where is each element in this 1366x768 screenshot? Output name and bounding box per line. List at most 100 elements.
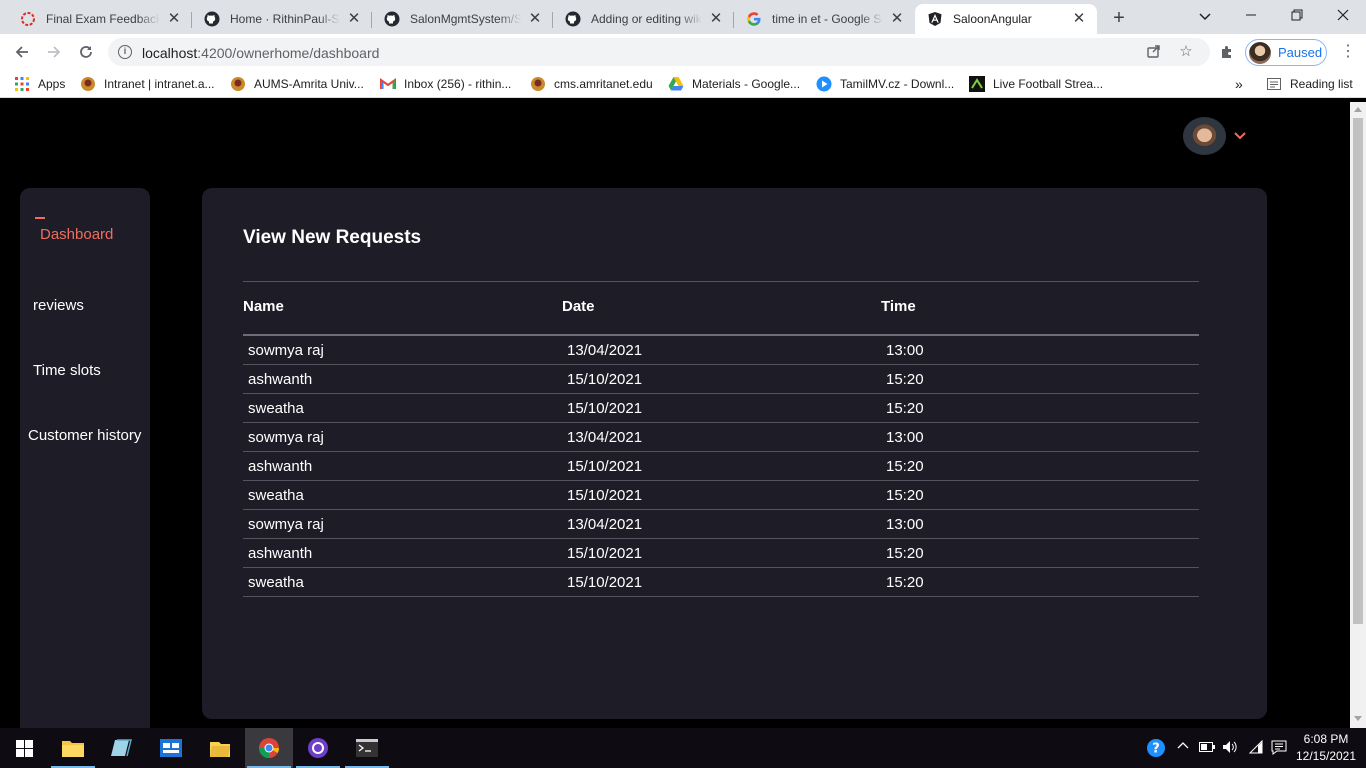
bookmark-cms[interactable]: cms.amritanet.edu — [530, 75, 653, 93]
profile-paused-button[interactable]: Paused — [1245, 39, 1327, 66]
bookmark-aums[interactable]: AUMS-Amrita Univ... — [230, 75, 364, 93]
more-menu-icon[interactable]: ⋮ — [1340, 42, 1356, 62]
user-avatar[interactable] — [1183, 117, 1226, 155]
notes-app-icon[interactable] — [98, 728, 146, 768]
page-scrollbar[interactable] — [1350, 102, 1366, 728]
store-app-icon[interactable] — [147, 728, 195, 768]
browser-tab[interactable]: Home · RithinPaul-Stac ✕ — [192, 4, 372, 34]
close-icon[interactable]: ✕ — [1071, 11, 1087, 27]
battery-icon[interactable] — [1199, 740, 1215, 756]
angular-icon — [927, 11, 943, 27]
browser-tab[interactable]: Adding or editing wiki ✕ — [553, 4, 734, 34]
new-tab-button[interactable]: + — [1108, 8, 1130, 30]
cell-date: 15/10/2021 — [567, 487, 643, 504]
folder-app-icon[interactable] — [196, 728, 244, 768]
column-header-time: Time — [881, 298, 916, 315]
extensions-icon[interactable] — [1215, 40, 1239, 64]
reading-list-button[interactable]: Reading list — [1266, 75, 1353, 93]
bookmark-label: cms.amritanet.edu — [554, 77, 653, 91]
reading-list-icon — [1266, 76, 1282, 92]
restore-button[interactable] — [1286, 5, 1308, 27]
browser-tab-active[interactable]: SaloonAngular ✕ — [915, 4, 1097, 34]
share-icon[interactable] — [1145, 43, 1163, 61]
table-row[interactable]: ashwanth 15/10/2021 15:20 — [243, 452, 1199, 481]
help-icon[interactable]: ? — [1146, 738, 1166, 758]
column-header-date: Date — [562, 298, 595, 315]
scroll-down-arrow[interactable] — [1354, 716, 1362, 721]
google-icon — [746, 11, 762, 27]
table-row[interactable]: sowmya raj 13/04/2021 13:00 — [243, 423, 1199, 452]
table-row[interactable]: ashwanth 15/10/2021 15:20 — [243, 365, 1199, 394]
cell-date: 13/04/2021 — [567, 342, 643, 359]
table-row[interactable]: sweatha 15/10/2021 15:20 — [243, 394, 1199, 423]
bookmark-football[interactable]: Live Football Strea... — [969, 75, 1103, 93]
apps-grid-icon — [14, 76, 30, 92]
system-clock[interactable]: 6:08 PM 12/15/2021 — [1294, 731, 1358, 765]
cell-name: ashwanth — [248, 545, 313, 562]
address-bar[interactable]: i localhost:4200/ownerhome/dashboard ☆ — [108, 38, 1210, 66]
bookmark-inbox[interactable]: Inbox (256) - rithin... — [380, 75, 511, 93]
github-desktop-icon[interactable] — [294, 728, 342, 768]
chrome-taskbar-icon[interactable] — [245, 728, 293, 768]
terminal-icon[interactable] — [343, 728, 391, 768]
table-row[interactable]: ashwanth 15/10/2021 15:20 — [243, 539, 1199, 568]
close-window-button[interactable] — [1332, 5, 1354, 27]
tab-title: Home · RithinPaul-Stac — [230, 12, 340, 26]
cell-name: sowmya raj — [248, 516, 324, 533]
tab-title: Adding or editing wiki — [591, 12, 702, 26]
cell-name: sowmya raj — [248, 429, 324, 446]
app-page: Dashboard reviews Time slots Customer hi… — [0, 102, 1350, 728]
back-button[interactable] — [10, 40, 34, 64]
browser-tab[interactable]: time in et - Google Se ✕ — [734, 4, 915, 34]
sidebar: Dashboard reviews Time slots Customer hi… — [20, 188, 150, 728]
tab-search-icon[interactable] — [1194, 5, 1216, 27]
reload-button[interactable] — [74, 40, 98, 64]
file-explorer-icon[interactable] — [49, 728, 97, 768]
browser-tab[interactable]: SalonMgmtSystem/Sc ✕ — [372, 4, 553, 34]
minimize-button[interactable] — [1240, 5, 1262, 27]
tab-title: SaloonAngular — [953, 12, 1032, 26]
cell-time: 15:20 — [886, 458, 924, 475]
wifi-icon[interactable] — [1248, 739, 1264, 756]
forward-button[interactable] — [42, 40, 66, 64]
browser-tab[interactable]: Final Exam Feedback: 2 ✕ — [8, 4, 192, 34]
bookmark-label: TamilMV.cz - Downl... — [840, 77, 955, 91]
close-icon[interactable]: ✕ — [346, 11, 362, 27]
cell-date: 15/10/2021 — [567, 371, 643, 388]
sidebar-item-dashboard[interactable]: Dashboard — [40, 226, 113, 243]
cell-time: 15:20 — [886, 574, 924, 591]
bookmarks-overflow-button[interactable]: » — [1235, 75, 1243, 93]
table-row[interactable]: sweatha 15/10/2021 15:20 — [243, 568, 1199, 597]
github-icon — [384, 11, 400, 27]
close-icon[interactable]: ✕ — [527, 11, 543, 27]
table-row[interactable]: sowmya raj 13/04/2021 13:00 — [243, 336, 1199, 365]
bookmark-tamilmv[interactable]: TamilMV.cz - Downl... — [816, 75, 954, 93]
url-text: localhost:4200/ownerhome/dashboard — [142, 45, 380, 61]
scroll-up-arrow[interactable] — [1354, 107, 1362, 112]
volume-icon[interactable] — [1222, 740, 1238, 756]
cell-date: 13/04/2021 — [567, 429, 643, 446]
chevron-up-icon[interactable] — [1175, 740, 1191, 756]
reading-list-label: Reading list — [1290, 77, 1353, 91]
bookmark-intranet[interactable]: Intranet | intranet.a... — [80, 75, 215, 93]
close-icon[interactable]: ✕ — [708, 11, 724, 27]
notifications-icon[interactable] — [1271, 740, 1287, 756]
table-row[interactable]: sowmya raj 13/04/2021 13:00 — [243, 510, 1199, 539]
amrita-ring-icon — [20, 11, 36, 27]
chevron-down-icon[interactable] — [1233, 129, 1247, 143]
sidebar-item-customer-history[interactable]: Customer history — [28, 427, 141, 444]
close-icon[interactable]: ✕ — [166, 11, 182, 27]
football-site-icon — [969, 76, 985, 92]
close-icon[interactable]: ✕ — [889, 11, 905, 27]
windows-start-icon[interactable] — [0, 728, 48, 768]
sidebar-item-reviews[interactable]: reviews — [33, 297, 84, 314]
cell-name: sowmya raj — [248, 342, 324, 359]
bookmark-materials[interactable]: Materials - Google... — [668, 75, 800, 93]
bookmark-apps[interactable]: Apps — [14, 75, 65, 93]
cell-date: 15/10/2021 — [567, 400, 643, 417]
bookmark-star-icon[interactable]: ☆ — [1177, 43, 1195, 61]
table-row[interactable]: sweatha 15/10/2021 15:20 — [243, 481, 1199, 510]
site-info-icon[interactable]: i — [118, 45, 132, 59]
sidebar-item-time-slots[interactable]: Time slots — [33, 362, 101, 379]
scroll-thumb[interactable] — [1353, 118, 1363, 624]
